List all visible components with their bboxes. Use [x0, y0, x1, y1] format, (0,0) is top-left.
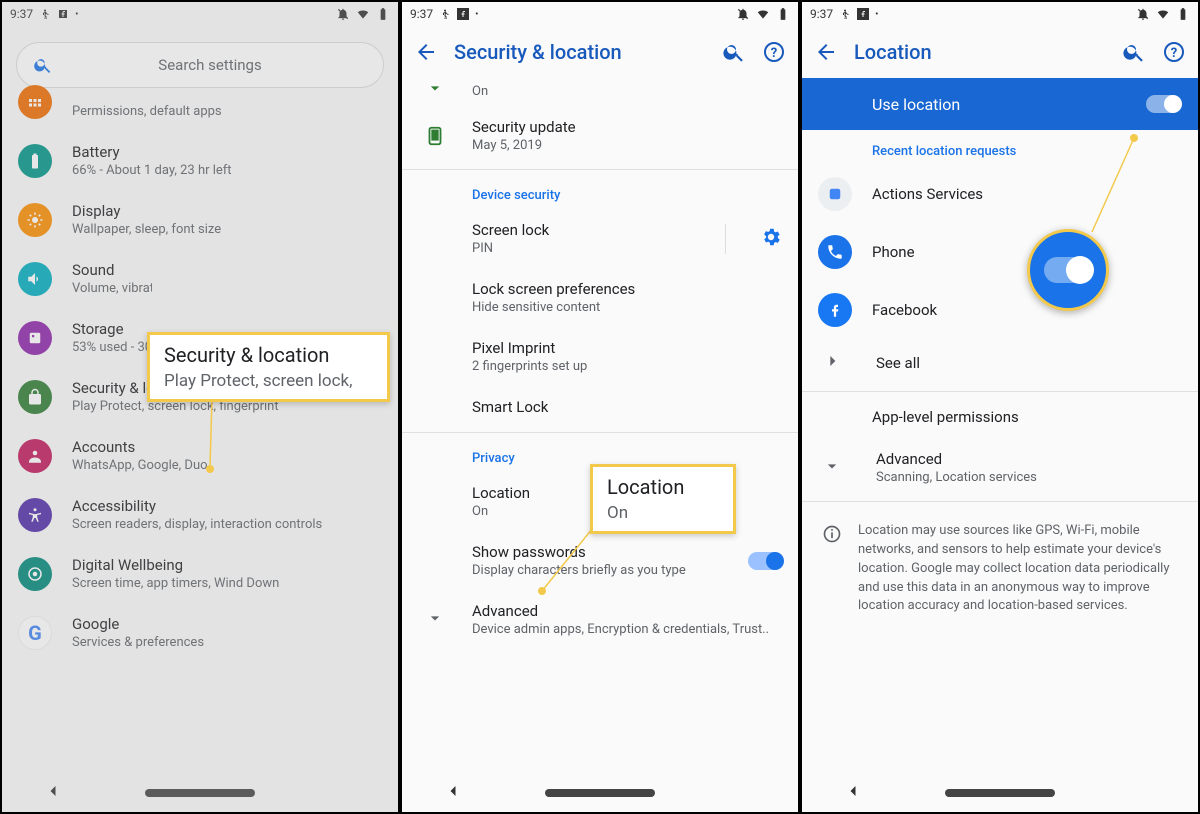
wifi-icon	[356, 7, 370, 21]
callout-pointer-dot	[1130, 134, 1138, 142]
search-settings-pill[interactable]: Search settings	[16, 42, 384, 88]
chevron-down-icon	[822, 456, 852, 480]
facebook-status-icon	[857, 8, 869, 20]
item-app-level-permissions[interactable]: App-level permissions	[802, 396, 1198, 438]
facebook-status-icon	[57, 8, 69, 20]
chevron-right-icon	[822, 351, 852, 375]
wifi-icon	[1156, 7, 1170, 21]
back-arrow-icon[interactable]	[814, 40, 838, 64]
item-pixel-imprint[interactable]: Pixel Imprint2 fingerprints set up	[402, 327, 798, 386]
battery-icon	[1176, 7, 1190, 21]
nav-home-pill[interactable]	[145, 789, 255, 797]
settings-item-accessibility[interactable]: AccessibilityScreen readers, display, in…	[2, 485, 398, 544]
callout-pointer-dot	[206, 465, 214, 473]
item-security-update[interactable]: Security updateMay 5, 2019	[402, 106, 798, 165]
status-time: 9:37	[810, 7, 833, 21]
item-show-passwords[interactable]: Show passwordsDisplay characters briefly…	[402, 531, 798, 590]
callout-location: Location On	[590, 464, 736, 534]
use-location-banner[interactable]: Use location	[802, 78, 1198, 130]
toggle-use-location[interactable]	[1146, 95, 1180, 113]
settings-item-google[interactable]: G GoogleServices & preferences	[2, 603, 398, 662]
callout-pointer-dot	[538, 587, 546, 595]
svg-text:?: ?	[771, 46, 777, 61]
app-bar: Security & location ?	[402, 26, 798, 78]
info-description: Location may use sources like GPS, Wi-Fi…	[802, 506, 1198, 616]
android-nav-bar	[802, 774, 1198, 812]
security-location-screen: 9:37 • Security & location ? On	[400, 0, 800, 814]
svg-text:?: ?	[1171, 46, 1177, 61]
running-icon	[839, 8, 851, 20]
search-icon	[33, 55, 53, 75]
location-screen: 9:37 • Location ? Use location Recent lo…	[800, 0, 1200, 814]
item-smart-lock[interactable]: Smart Lock	[402, 386, 798, 428]
settings-main-screen: 9:37 • Search settings .Permissions, def…	[0, 0, 400, 814]
dnd-icon	[736, 7, 750, 21]
status-bar: 9:37 •	[402, 2, 798, 26]
status-time: 9:37	[10, 7, 33, 21]
gear-icon[interactable]	[760, 226, 782, 252]
more-dot: •	[475, 9, 478, 20]
more-dot: •	[875, 9, 878, 20]
callout-use-location-toggle	[1027, 229, 1109, 311]
nav-back-button[interactable]	[443, 781, 463, 805]
android-nav-bar	[2, 774, 398, 812]
search-icon[interactable]	[1122, 40, 1146, 64]
callout-security-location: Security & location Play Protect, screen…	[147, 332, 390, 402]
running-icon	[39, 8, 51, 20]
page-title: Location	[854, 40, 1106, 64]
battery-icon	[376, 7, 390, 21]
chevron-down-icon	[425, 608, 445, 632]
battery-icon	[776, 7, 790, 21]
app-bar: Location ?	[802, 26, 1198, 78]
facebook-status-icon	[457, 8, 469, 20]
dnd-icon	[1136, 7, 1150, 21]
help-icon[interactable]: ?	[762, 40, 786, 64]
toggle-show-passwords[interactable]	[748, 552, 782, 570]
chevron-down-icon	[425, 78, 445, 102]
wifi-icon	[756, 7, 770, 21]
use-location-label: Use location	[872, 95, 960, 114]
running-icon	[439, 8, 451, 20]
settings-item-digital-wellbeing[interactable]: Digital WellbeingScreen time, app timers…	[2, 544, 398, 603]
settings-item-display[interactable]: DisplayWallpaper, sleep, font size	[2, 190, 398, 249]
info-icon	[822, 524, 842, 544]
settings-item-battery[interactable]: Battery66% - About 1 day, 23 hr left	[2, 131, 398, 190]
status-time: 9:37	[410, 7, 433, 21]
status-bar: 9:37 •	[2, 2, 398, 26]
help-icon[interactable]: ?	[1162, 40, 1186, 64]
app-row-facebook[interactable]: Facebook	[802, 281, 1198, 339]
item-advanced[interactable]: AdvancedScanning, Location services	[802, 438, 1198, 497]
search-icon[interactable]	[722, 40, 746, 64]
security-list: On Security updateMay 5, 2019 Device sec…	[402, 78, 798, 649]
item-screen-lock[interactable]: Screen lockPIN	[402, 209, 798, 268]
nav-back-button[interactable]	[843, 781, 863, 805]
item-lock-screen-preferences[interactable]: Lock screen preferencesHide sensitive co…	[402, 268, 798, 327]
nav-back-button[interactable]	[43, 781, 63, 805]
nav-home-pill[interactable]	[545, 789, 655, 797]
nav-home-pill[interactable]	[945, 789, 1055, 797]
status-bar: 9:37 •	[802, 2, 1198, 26]
prev-item-tail[interactable]: On	[402, 78, 798, 106]
more-dot: •	[75, 9, 78, 20]
page-title: Security & location	[454, 40, 706, 64]
android-nav-bar	[402, 774, 798, 812]
back-arrow-icon[interactable]	[414, 40, 438, 64]
dnd-icon	[336, 7, 350, 21]
section-device-security: Device security	[402, 174, 798, 209]
item-advanced[interactable]: AdvancedDevice admin apps, Encryption & …	[402, 590, 798, 649]
search-placeholder: Search settings	[53, 56, 367, 74]
settings-item-sound[interactable]: SoundVolume, vibration, Do Not Disturb	[2, 249, 398, 308]
settings-item-apps[interactable]: .Permissions, default apps	[2, 84, 398, 131]
row-see-all[interactable]: See all	[802, 339, 1198, 387]
shield-phone-icon	[424, 125, 446, 147]
